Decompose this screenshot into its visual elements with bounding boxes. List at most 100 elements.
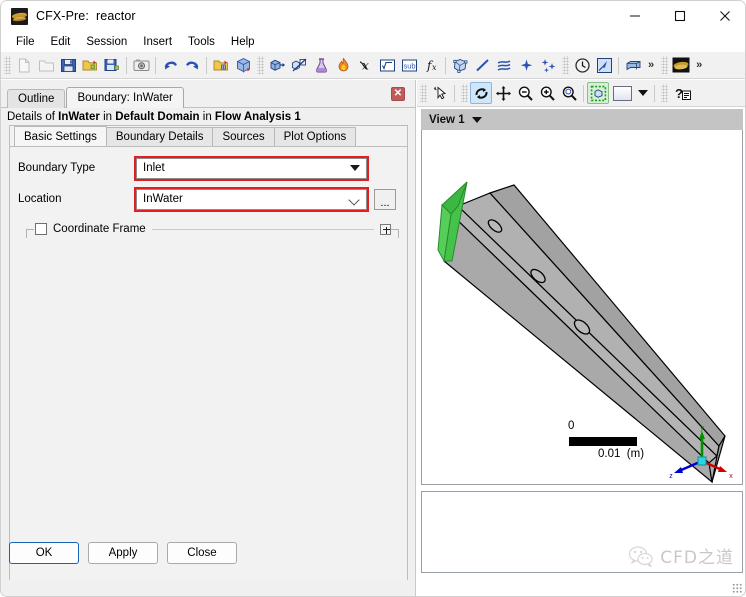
message-output-panel[interactable]: CFD之道	[421, 491, 743, 573]
y-axis-label: y	[700, 425, 704, 432]
toolbar-file-group	[1, 52, 254, 79]
expand-plus-icon[interactable]	[380, 223, 391, 235]
contour-icon[interactable]	[493, 54, 515, 76]
group-bracket-end	[391, 229, 399, 238]
tab-sources[interactable]: Sources	[212, 127, 275, 146]
toolbar-separator	[618, 56, 619, 74]
tab-basic-settings[interactable]: Basic Settings	[14, 126, 107, 146]
point-cloud-icon[interactable]	[537, 54, 559, 76]
color-swatch	[612, 85, 632, 101]
details-prefix: Details of	[7, 111, 59, 123]
viewport-3d[interactable]: 0 0.01 (m) y z x	[421, 130, 743, 485]
ok-button[interactable]: OK	[9, 542, 79, 564]
toolbar-grip[interactable]	[562, 56, 569, 74]
maximize-icon[interactable]	[657, 1, 702, 31]
undo-icon[interactable]	[159, 54, 181, 76]
mesh-region-icon[interactable]	[449, 54, 471, 76]
details-panel: Outline Boundary: InWater ✕ Details of I…	[1, 80, 416, 596]
mesh-cube-icon[interactable]	[232, 54, 254, 76]
view-dropdown-icon[interactable]	[635, 82, 651, 104]
x-axis-label: x	[729, 473, 733, 480]
boundary-type-label: Boundary Type	[18, 162, 96, 174]
fit-view-icon[interactable]	[587, 82, 609, 104]
view-header-bar[interactable]: View 1	[421, 109, 743, 130]
menu-edit[interactable]: Edit	[43, 34, 79, 50]
toolbar-overflow-chevron-2[interactable]: »	[692, 59, 706, 71]
main-toolbar: x sub fx » »	[1, 52, 745, 79]
redo-icon[interactable]	[181, 54, 203, 76]
rotate-icon[interactable]	[470, 82, 492, 104]
background-color-swatch-icon[interactable]	[609, 82, 635, 104]
toolbar-overflow-chevron[interactable]: »	[644, 59, 658, 71]
point-icon[interactable]	[515, 54, 537, 76]
open-definition-icon[interactable]	[79, 54, 101, 76]
group-bracket	[26, 229, 34, 238]
user-function-icon[interactable]: fx	[420, 54, 442, 76]
output-box-icon[interactable]	[622, 54, 644, 76]
new-case-icon[interactable]	[13, 54, 35, 76]
svg-text:?: ?	[675, 86, 683, 101]
toolbar-grip[interactable]	[461, 84, 468, 102]
location-browse-button[interactable]: ...	[374, 188, 396, 210]
coordinate-frame-label: Coordinate Frame	[53, 223, 146, 235]
reaction-flame-icon[interactable]	[332, 54, 354, 76]
tab-boundary-details[interactable]: Boundary Details	[105, 127, 214, 146]
domain-icon[interactable]	[266, 54, 288, 76]
tab-plot-options[interactable]: Plot Options	[273, 127, 357, 146]
material-flask-icon[interactable]	[310, 54, 332, 76]
window-resize-grip[interactable]	[732, 583, 742, 593]
toolbar-grip[interactable]	[661, 84, 668, 102]
menu-session[interactable]: Session	[78, 34, 135, 50]
coordinate-frame-row: Coordinate Frame	[18, 219, 399, 239]
tab-outline[interactable]: Outline	[7, 89, 66, 108]
toolbar-solver-group: »	[559, 52, 658, 79]
coordinate-frame-checkbox[interactable]	[35, 223, 47, 235]
cfx-solver-launch-icon[interactable]	[670, 54, 692, 76]
close-button[interactable]: Close	[167, 542, 237, 564]
svg-text:x: x	[432, 63, 437, 72]
solver-control-icon[interactable]	[593, 54, 615, 76]
menu-help[interactable]: Help	[223, 34, 263, 50]
close-icon[interactable]	[702, 1, 745, 31]
boundary-type-dropdown[interactable]: Inlet	[134, 155, 369, 181]
subdomain-icon[interactable]: sub	[398, 54, 420, 76]
boundary-type-value: Inlet	[143, 162, 165, 174]
menu-insert[interactable]: Insert	[135, 34, 180, 50]
title-bar: CFX-Pre: reactor	[1, 1, 745, 31]
dialog-buttons: OK Apply Close	[9, 538, 408, 568]
pan-icon[interactable]	[492, 82, 514, 104]
details-object: InWater	[58, 111, 100, 123]
save-case-icon[interactable]	[57, 54, 79, 76]
panel-close-icon[interactable]: ✕	[391, 87, 405, 101]
zoom-in-icon[interactable]	[536, 82, 558, 104]
zoom-box-icon[interactable]	[558, 82, 580, 104]
domain-interface-icon[interactable]	[288, 54, 310, 76]
toolbar-separator	[583, 84, 584, 102]
menu-file[interactable]: File	[8, 34, 43, 50]
line-icon[interactable]	[471, 54, 493, 76]
location-combo[interactable]: InWater	[134, 186, 369, 212]
details-analysis: Flow Analysis 1	[214, 111, 301, 123]
location-control: InWater ...	[134, 186, 396, 212]
snapshot-camera-icon[interactable]	[130, 54, 152, 76]
toolbar-grip[interactable]	[420, 84, 427, 102]
expression-chi-icon[interactable]: x	[354, 54, 376, 76]
toolbar-grip[interactable]	[257, 56, 264, 74]
open-case-icon[interactable]	[35, 54, 57, 76]
menu-tools[interactable]: Tools	[180, 34, 223, 50]
apply-button[interactable]: Apply	[88, 542, 158, 564]
zoom-out-icon[interactable]	[514, 82, 536, 104]
timestep-clock-icon[interactable]	[571, 54, 593, 76]
location-label: Location	[18, 193, 62, 205]
toolbar-grip[interactable]	[661, 56, 669, 74]
sqrt-expression-icon[interactable]	[376, 54, 398, 76]
save-definition-icon[interactable]	[101, 54, 123, 76]
import-mesh-icon[interactable]	[210, 54, 232, 76]
toolbar-grip[interactable]	[4, 56, 11, 74]
chevron-down-icon[interactable]	[471, 116, 482, 123]
toolbar-physics-group: x sub fx	[254, 52, 559, 79]
help-context-icon[interactable]: ?	[670, 82, 694, 104]
minimize-icon[interactable]	[612, 1, 657, 31]
select-pointer-icon[interactable]	[429, 82, 451, 104]
tab-boundary-inwater[interactable]: Boundary: InWater	[66, 87, 184, 108]
